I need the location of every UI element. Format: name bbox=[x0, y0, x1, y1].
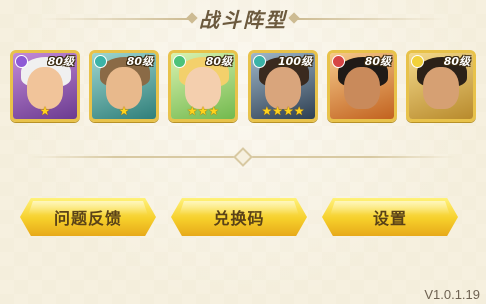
settings-button[interactable]: 设置 bbox=[322, 198, 458, 236]
element-gem-icon bbox=[411, 55, 424, 68]
version-label: V1.0.1.19 bbox=[424, 287, 480, 302]
element-gem-icon bbox=[173, 55, 186, 68]
hero-stars: ★★★★ bbox=[261, 104, 305, 118]
hero-card[interactable]: 100级 ★★★★ bbox=[248, 50, 318, 122]
hero-level: 80级 bbox=[47, 55, 74, 68]
element-gem-icon bbox=[15, 55, 28, 68]
hero-level: 80级 bbox=[364, 55, 391, 68]
hero-lineup: 80级 ★ 80级 ★ 80级 ★★★ 100级 ★★★★ 80级 80级 bbox=[0, 50, 486, 128]
element-gem-icon bbox=[253, 55, 266, 68]
element-gem-icon bbox=[94, 55, 107, 68]
feedback-button[interactable]: 问题反馈 bbox=[20, 198, 156, 236]
element-gem-icon bbox=[332, 55, 345, 68]
feedback-button-label: 问题反馈 bbox=[53, 209, 122, 228]
hero-level: 80级 bbox=[205, 55, 232, 68]
hero-card[interactable]: 80级 ★ bbox=[89, 50, 159, 122]
hero-level: 80级 bbox=[443, 55, 470, 68]
hero-stars: ★ bbox=[118, 104, 130, 118]
title-row: 战斗阵型 bbox=[0, 2, 486, 32]
hero-level: 100级 bbox=[278, 55, 312, 68]
hero-level: 80级 bbox=[126, 55, 153, 68]
hero-stars: ★★★ bbox=[186, 104, 220, 118]
hero-card[interactable]: 80级 ★★★ bbox=[168, 50, 238, 122]
title-ornament-right bbox=[296, 18, 446, 20]
hero-card[interactable]: 80级 bbox=[327, 50, 397, 122]
hero-stars: ★ bbox=[39, 104, 51, 118]
settings-button-label: 设置 bbox=[372, 209, 407, 228]
redeem-code-button[interactable]: 兑换码 bbox=[171, 198, 307, 236]
hero-card[interactable]: 80级 ★ bbox=[10, 50, 80, 122]
redeem-code-button-label: 兑换码 bbox=[213, 209, 265, 228]
hero-card[interactable]: 80级 bbox=[406, 50, 476, 122]
